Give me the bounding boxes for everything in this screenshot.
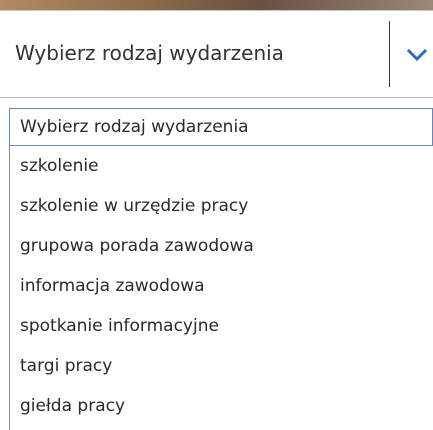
option-placeholder[interactable]: Wybierz rodzaj wydarzenia: [9, 108, 433, 146]
option-spotkanie-informacyjne[interactable]: spotkanie informacyjne: [10, 306, 433, 346]
option-gielda-pracy[interactable]: giełda pracy: [10, 386, 433, 426]
option-targi-pracy[interactable]: targi pracy: [10, 346, 433, 386]
option-informacja-zawodowa[interactable]: informacja zawodowa: [10, 266, 433, 306]
event-type-options-list: Wybierz rodzaj wydarzenia szkolenie szko…: [9, 108, 433, 430]
select-divider: [389, 21, 390, 87]
event-type-select-screen: Wybierz rodzaj wydarzenia Wybierz rodzaj…: [0, 0, 433, 430]
option-szkolenie[interactable]: szkolenie: [10, 146, 433, 186]
select-current-value: Wybierz rodzaj wydarzenia: [15, 41, 284, 65]
event-type-select[interactable]: Wybierz rodzaj wydarzenia: [0, 10, 433, 98]
header-image-strip: [0, 0, 433, 10]
option-szkolenie-w-urzedzie-pracy[interactable]: szkolenie w urzędzie pracy: [10, 186, 433, 226]
option-grupowa-porada-zawodowa[interactable]: grupowa porada zawodowa: [10, 226, 433, 266]
chevron-down-icon[interactable]: [405, 45, 433, 65]
